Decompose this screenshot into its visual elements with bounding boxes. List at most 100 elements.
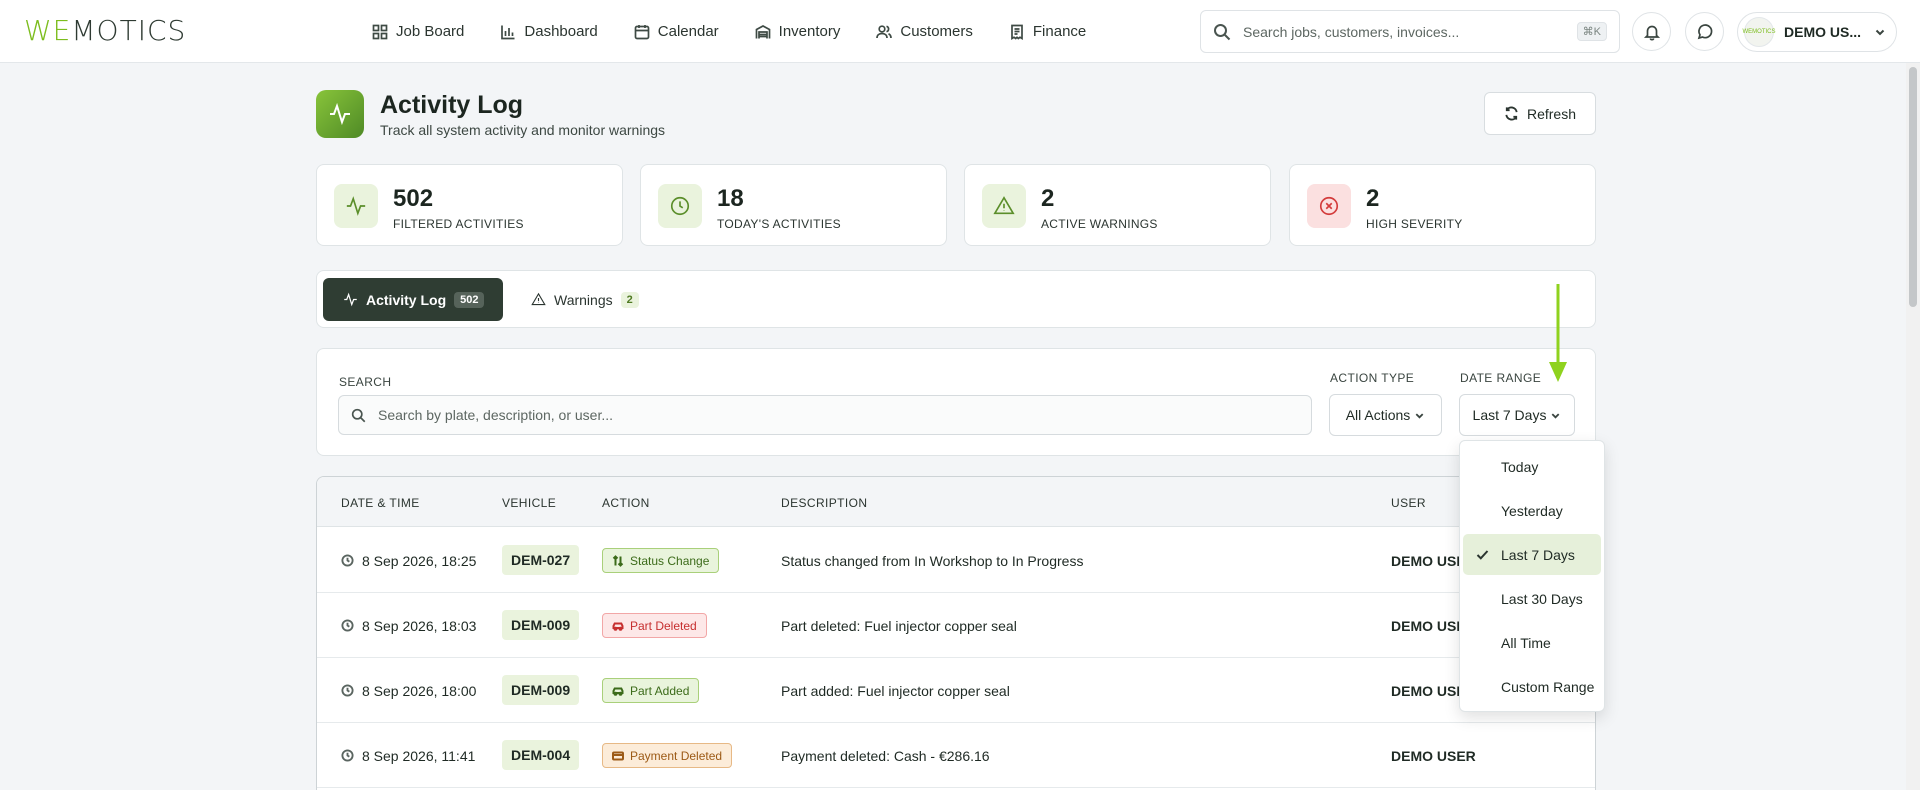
nav-finance[interactable]: Finance — [1009, 23, 1086, 40]
clock-icon — [341, 619, 354, 632]
column-header-vehicle[interactable]: VEHICLE — [502, 496, 556, 510]
chevron-down-icon — [1552, 412, 1560, 419]
nav-calendar[interactable]: Calendar — [634, 23, 719, 40]
column-header-datetime[interactable]: DATE & TIME — [341, 496, 420, 510]
nav-customers[interactable]: Customers — [876, 23, 973, 40]
warehouse-icon — [755, 24, 771, 38]
vehicle-plate[interactable]: DEM-009 — [502, 610, 580, 640]
date-range-dropdown: Today Yesterday Last 7 Days Last 30 Days… — [1459, 440, 1605, 712]
stat-active-warnings: 2 ACTIVE WARNINGS — [964, 164, 1271, 246]
action-type-select[interactable]: All Actions — [1329, 394, 1442, 436]
avatar: WEMOTICS — [1743, 17, 1776, 47]
refresh-button[interactable]: Refresh — [1484, 92, 1596, 135]
view-tabs: Activity Log 502 Warnings 2 — [316, 270, 1596, 328]
bar-chart-icon — [501, 25, 515, 39]
tab-count-badge: 2 — [620, 291, 639, 308]
scrollbar-thumb[interactable] — [1909, 67, 1917, 307]
date-range-select[interactable]: Last 7 Days — [1459, 394, 1575, 436]
date-option-last-7-days[interactable]: Last 7 Days — [1463, 534, 1601, 575]
nav-job-board[interactable]: Job Board — [372, 23, 464, 40]
stat-filtered-activities: 502 FILTERED ACTIVITIES — [316, 164, 623, 246]
datetime-cell: 8 Sep 2026, 11:41 — [341, 723, 475, 788]
search-icon — [351, 408, 366, 422]
receipt-icon — [1011, 24, 1023, 40]
log-search-input[interactable] — [378, 407, 1299, 423]
tab-label: Activity Log — [366, 291, 447, 308]
tab-activity-log[interactable]: Activity Log 502 — [323, 278, 503, 321]
stat-icon-box — [658, 184, 702, 228]
tab-label: Warnings — [554, 291, 613, 308]
table-row[interactable]: 8 Sep 2026, 18:00 DEM-009 Part Added Par… — [317, 658, 1595, 723]
credit-card-icon — [612, 751, 624, 760]
nav-label: Inventory — [778, 23, 841, 40]
activity-icon — [330, 102, 350, 126]
check-icon — [1476, 550, 1489, 560]
description-cell: Payment deleted: Cash - €286.16 — [781, 747, 990, 764]
alert-triangle-icon — [531, 292, 546, 306]
activity-icon — [344, 292, 357, 307]
refresh-label: Refresh — [1526, 105, 1577, 122]
action-label: Status Change — [630, 553, 710, 568]
tab-warnings[interactable]: Warnings 2 — [531, 278, 639, 321]
action-type-value: All Actions — [1345, 407, 1411, 423]
nav-label: Dashboard — [524, 23, 598, 40]
vehicle-plate[interactable]: DEM-004 — [502, 740, 580, 770]
table-row[interactable]: 8 Sep 2026, 18:03 DEM-009 Part Deleted P… — [317, 593, 1595, 658]
filters-panel: SEARCH ACTION TYPE All Actions DATE RANG… — [316, 348, 1596, 456]
nav-label: Customers — [900, 23, 973, 40]
action-badge: Status Change — [602, 548, 720, 573]
stat-label: TODAY'S ACTIVITIES — [717, 217, 841, 231]
nav-inventory[interactable]: Inventory — [755, 23, 841, 40]
date-range-value: Last 7 Days — [1472, 407, 1547, 423]
column-header-description[interactable]: DESCRIPTION — [781, 496, 867, 510]
option-label: Last 7 Days — [1501, 546, 1575, 563]
date-range-label: DATE RANGE — [1460, 371, 1542, 385]
stat-icon-box — [334, 184, 378, 228]
table-row[interactable]: 8 Sep 2026, 11:41 DEM-004 Payment Delete… — [317, 723, 1595, 788]
user-name: DEMO US... — [1784, 24, 1862, 40]
stat-label: ACTIVE WARNINGS — [1041, 217, 1158, 231]
description-cell: Status changed from In Workshop to In Pr… — [781, 552, 1084, 569]
action-label: Part Deleted — [630, 618, 697, 633]
nav-dashboard[interactable]: Dashboard — [500, 23, 598, 40]
page-scrollbar[interactable] — [1906, 63, 1920, 790]
grid-icon — [372, 24, 388, 39]
stat-label: FILTERED ACTIVITIES — [393, 217, 524, 231]
alert-triangle-icon — [993, 196, 1015, 215]
tab-count-badge: 502 — [454, 291, 485, 308]
car-icon — [612, 687, 624, 696]
datetime-cell: 8 Sep 2026, 18:03 — [341, 593, 476, 658]
clock-icon — [341, 554, 354, 567]
clock-icon — [341, 749, 354, 762]
date-option-today[interactable]: Today — [1463, 446, 1601, 487]
x-circle-icon — [1319, 196, 1339, 216]
stat-value: 2 — [1366, 185, 1380, 212]
stat-value: 502 — [393, 185, 434, 212]
vehicle-plate[interactable]: DEM-027 — [502, 545, 580, 575]
table-row[interactable]: 8 Sep 2026, 18:25 DEM-027 Status Change … — [317, 528, 1595, 593]
vehicle-plate[interactable]: DEM-009 — [502, 675, 580, 705]
notifications-button[interactable] — [1632, 12, 1671, 51]
global-search-input[interactable] — [1243, 23, 1577, 40]
stat-icon-box — [1307, 184, 1351, 228]
log-search[interactable] — [338, 395, 1312, 435]
datetime-text: 8 Sep 2026, 18:00 — [362, 682, 477, 699]
user-menu[interactable]: WEMOTICS DEMO US... — [1737, 12, 1897, 52]
chevron-down-icon — [1415, 412, 1424, 419]
column-header-user[interactable]: USER — [1391, 496, 1426, 510]
date-option-yesterday[interactable]: Yesterday — [1463, 490, 1601, 531]
column-header-action[interactable]: ACTION — [602, 496, 650, 510]
stat-todays-activities: 18 TODAY'S ACTIVITIES — [640, 164, 947, 246]
top-navigation-bar: WEMOTICS Job Board Dashboard Calendar In… — [0, 0, 1920, 63]
date-option-all-time[interactable]: All Time — [1463, 622, 1601, 663]
date-option-last-30-days[interactable]: Last 30 Days — [1463, 578, 1601, 619]
action-type-label: ACTION TYPE — [1330, 371, 1415, 385]
messages-button[interactable] — [1685, 12, 1724, 51]
search-filter-label: SEARCH — [339, 375, 392, 389]
nav-label: Job Board — [396, 23, 465, 40]
activity-icon — [346, 196, 366, 216]
stat-label: HIGH SEVERITY — [1366, 217, 1463, 231]
app-logo[interactable]: WEMOTICS — [24, 14, 186, 48]
date-option-custom-range[interactable]: Custom Range — [1463, 666, 1601, 707]
global-search[interactable]: ⌘K — [1200, 10, 1620, 53]
